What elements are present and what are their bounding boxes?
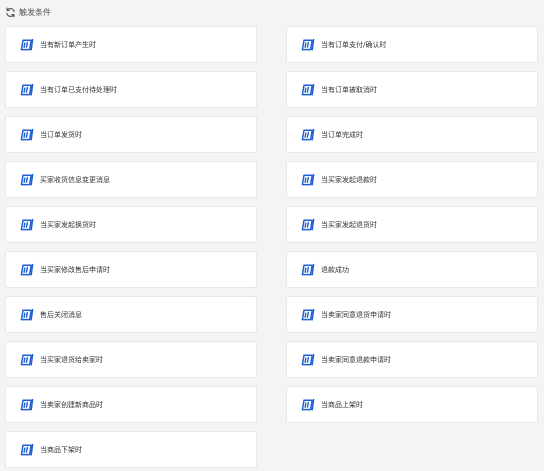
trigger-card[interactable]: 当有订单被取消时: [286, 71, 538, 108]
trigger-card[interactable]: 当买家发起换货时: [5, 206, 257, 243]
trigger-card[interactable]: 当商品上架时: [286, 386, 538, 423]
trigger-label: 售后关闭消息: [40, 310, 82, 319]
trigger-label: 退款成功: [321, 265, 349, 274]
trigger-label: 当订单完成时: [321, 130, 363, 139]
trigger-card[interactable]: 当买家修改售后申请时: [5, 251, 257, 288]
trigger-card[interactable]: 买家收货信息变更消息: [5, 161, 257, 198]
trigger-icon: [301, 128, 315, 141]
trigger-grid: 当有新订单产生时 当有订单支付/确认时 当有订单已支付待处理时 当有订单被取消时 当订单…: [5, 26, 538, 468]
trigger-card[interactable]: 当订单发货时: [5, 116, 257, 153]
trigger-label: 当买家退货给卖家时: [40, 355, 103, 364]
trigger-label: 当有订单已支付待处理时: [40, 85, 117, 94]
trigger-label: 当卖家创建新商品时: [40, 400, 103, 409]
trigger-icon: [20, 263, 34, 276]
section-title: 触发条件: [19, 7, 51, 17]
trigger-card[interactable]: 售后关闭消息: [5, 296, 257, 333]
trigger-label: 当商品下架时: [40, 445, 82, 454]
trigger-label: 当买家发起退货时: [321, 220, 377, 229]
trigger-label: 买家收货信息变更消息: [40, 175, 110, 184]
trigger-icon: [20, 38, 34, 51]
trigger-card[interactable]: 当有订单支付/确认时: [286, 26, 538, 63]
trigger-icon: [20, 83, 34, 96]
trigger-icon: [301, 173, 315, 186]
trigger-card[interactable]: 当订单完成时: [286, 116, 538, 153]
trigger-card[interactable]: 当商品下架时: [5, 431, 257, 468]
trigger-icon: [301, 38, 315, 51]
trigger-icon: [301, 218, 315, 231]
trigger-card[interactable]: 当卖家同意退款申请时: [286, 341, 538, 378]
trigger-label: 当卖家同意退货申请时: [321, 310, 391, 319]
trigger-icon: [301, 308, 315, 321]
trigger-card[interactable]: 当买家发起退款时: [286, 161, 538, 198]
trigger-label: 当商品上架时: [321, 400, 363, 409]
trigger-card[interactable]: 退款成功: [286, 251, 538, 288]
trigger-label: 当有订单支付/确认时: [321, 40, 387, 49]
trigger-icon: [301, 83, 315, 96]
trigger-icon: [20, 398, 34, 411]
trigger-card[interactable]: 当卖家创建新商品时: [5, 386, 257, 423]
trigger-label: 当订单发货时: [40, 130, 82, 139]
section-header: 触发条件: [5, 5, 51, 19]
trigger-card[interactable]: 当有订单已支付待处理时: [5, 71, 257, 108]
trigger-icon: [20, 128, 34, 141]
trigger-icon: [301, 263, 315, 276]
trigger-label: 当买家发起退款时: [321, 175, 377, 184]
trigger-card[interactable]: 当买家退货给卖家时: [5, 341, 257, 378]
trigger-label: 当卖家同意退款申请时: [321, 355, 391, 364]
trigger-icon: [20, 308, 34, 321]
trigger-icon: [20, 173, 34, 186]
trigger-card[interactable]: 当卖家同意退货申请时: [286, 296, 538, 333]
trigger-icon: [20, 443, 34, 456]
trigger-label: 当买家修改售后申请时: [40, 265, 110, 274]
refresh-icon: [6, 7, 15, 17]
trigger-label: 当买家发起换货时: [40, 220, 96, 229]
trigger-icon: [301, 353, 315, 366]
trigger-label: 当有订单被取消时: [321, 85, 377, 94]
trigger-card[interactable]: 当有新订单产生时: [5, 26, 257, 63]
trigger-icon: [20, 218, 34, 231]
trigger-card[interactable]: 当买家发起退货时: [286, 206, 538, 243]
trigger-icon: [301, 398, 315, 411]
trigger-icon: [20, 353, 34, 366]
trigger-label: 当有新订单产生时: [40, 40, 96, 49]
